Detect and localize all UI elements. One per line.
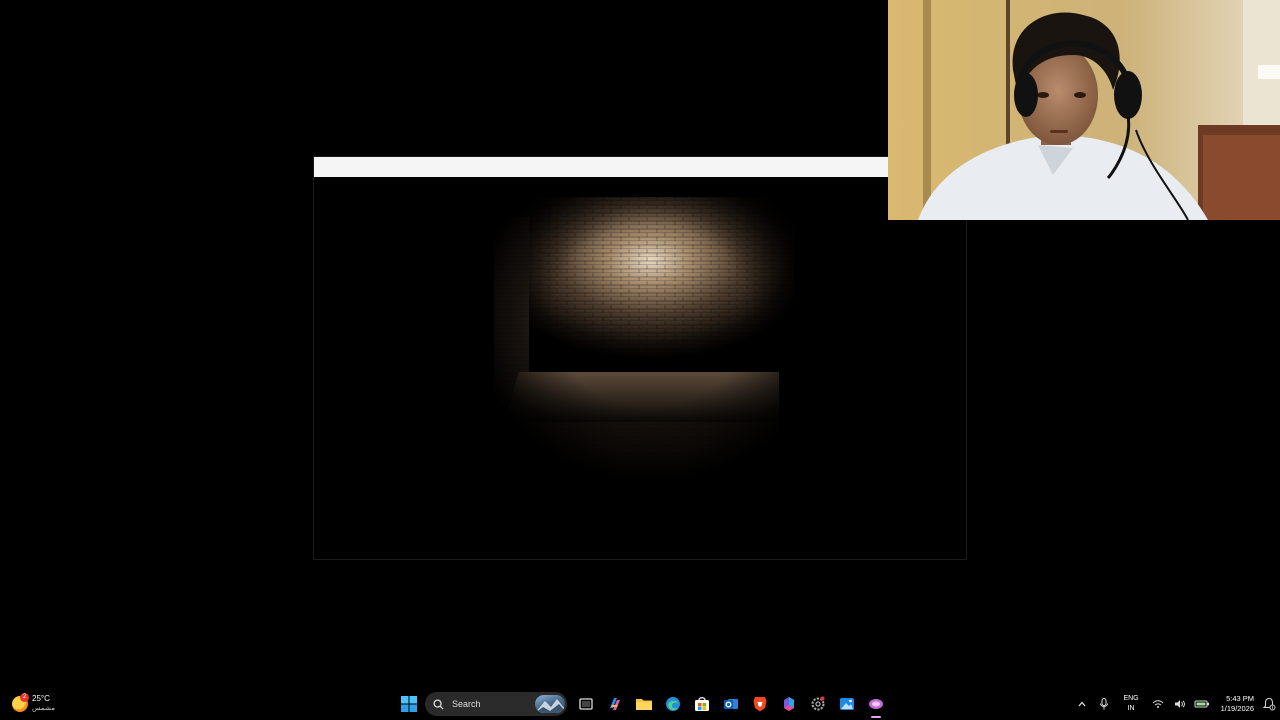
language-code: ENG (1123, 695, 1139, 702)
game-app-icon (868, 699, 883, 709)
notification-bell-icon (1262, 697, 1276, 711)
taskbar-search[interactable]: Search (425, 692, 567, 716)
weather-widget[interactable]: 2 25°C مشمس (12, 692, 55, 716)
webcam-feed (888, 0, 1280, 220)
notification-badge: 2 (20, 693, 29, 702)
wifi-icon (1152, 700, 1163, 708)
settings-button[interactable] (804, 690, 832, 718)
game-window-titlebar[interactable] (314, 157, 966, 178)
taskbar-apps: Search (394, 688, 890, 720)
copilot-icon (609, 698, 620, 710)
webcam-overlay (888, 0, 1280, 220)
task-view-icon (578, 698, 593, 710)
clock[interactable]: 5:43 PM 1/19/2026 (1221, 694, 1254, 714)
task-view-button[interactable] (572, 690, 600, 718)
copilot-button[interactable] (601, 690, 629, 718)
game-viewport[interactable] (314, 177, 966, 559)
search-label: Search (452, 699, 481, 709)
microsoft-365-button[interactable] (775, 690, 803, 718)
microphone-button[interactable] (1093, 693, 1115, 715)
game-window[interactable] (313, 156, 967, 560)
wifi-button[interactable] (1147, 693, 1169, 715)
outlook-button[interactable] (717, 690, 745, 718)
language-indicator[interactable]: ENG IN (1123, 694, 1138, 714)
weather-text: 25°C مشمس (32, 694, 55, 714)
file-explorer-button[interactable] (630, 690, 658, 718)
search-icon (433, 698, 444, 710)
sun-icon: 2 (12, 693, 29, 712)
speaker-icon (1174, 700, 1185, 708)
folder-icon (635, 699, 652, 710)
game-app-button[interactable] (862, 690, 890, 718)
store-icon (694, 697, 709, 711)
start-button[interactable] (395, 690, 423, 718)
show-hidden-icons-button[interactable] (1071, 693, 1093, 715)
chevron-up-icon (1078, 701, 1086, 707)
weather-temperature: 25°C (32, 694, 50, 703)
battery-icon (1194, 700, 1209, 708)
microsoft-store-button[interactable] (688, 690, 716, 718)
settings-icon (811, 696, 824, 711)
brave-icon (753, 697, 766, 712)
photos-button[interactable] (833, 690, 861, 718)
taskbar: 2 25°C مشمس Search ENG IN 5:43 PM 1/19/2… (0, 688, 1280, 720)
photos-icon (839, 698, 854, 710)
microphone-icon (1100, 698, 1109, 710)
outlook-icon (723, 699, 738, 709)
search-highlight-icon (535, 695, 565, 713)
clock-date: 1/19/2026 (1220, 704, 1254, 713)
weather-condition: مشمس (32, 705, 55, 712)
windows-icon (400, 696, 417, 712)
battery-button[interactable] (1191, 693, 1213, 715)
game-scene (314, 177, 966, 559)
edge-button[interactable] (659, 690, 687, 718)
brave-button[interactable] (746, 690, 774, 718)
notifications-button[interactable] (1258, 693, 1280, 715)
volume-button[interactable] (1169, 693, 1191, 715)
desktop (0, 0, 1280, 688)
region-code: IN (1127, 705, 1135, 712)
system-tray: ENG IN 5:43 PM 1/19/2026 (1071, 688, 1280, 720)
edge-icon (665, 697, 680, 711)
microsoft-365-icon (783, 697, 794, 711)
clock-time: 5:43 PM (1226, 694, 1254, 703)
